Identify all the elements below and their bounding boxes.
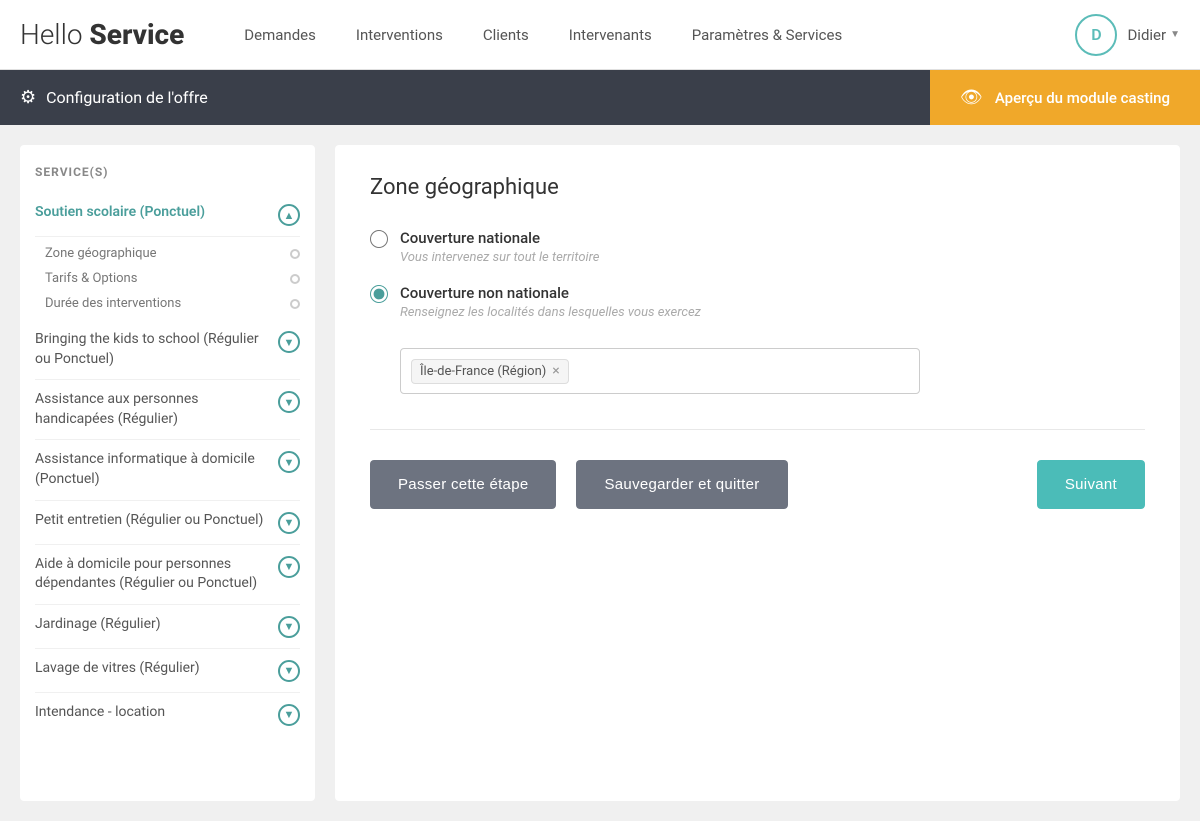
nav-item-clients[interactable]: Clients — [483, 26, 529, 44]
sub-item-duree-label: Durée des interventions — [45, 296, 181, 311]
service-label-petit-entretien: Petit entretien (Régulier ou Ponctuel) — [35, 511, 270, 531]
tag-input-container[interactable]: Île-de-France (Région) × — [400, 348, 920, 394]
logo-normal: Hello — [20, 18, 89, 51]
main-content: Zone géographique Couverture nationale V… — [335, 145, 1180, 801]
logo-bold: Service — [89, 18, 184, 51]
service-item-intendance[interactable]: Intendance - location ▼ — [35, 693, 300, 736]
nav-item-demandes[interactable]: Demandes — [244, 26, 316, 44]
radio-nationale-hint: Vous intervenez sur tout le territoire — [400, 250, 599, 265]
service-label-informatique: Assistance informatique à domicile (Ponc… — [35, 450, 270, 489]
service-icon-bringing: ▼ — [278, 331, 300, 353]
eye-icon: 👁 — [960, 87, 983, 108]
sub-item-tarifs-dot — [290, 274, 300, 284]
skip-button[interactable]: Passer cette étape — [370, 460, 556, 509]
service-label-assistance: Assistance aux personnes handicapées (Ré… — [35, 390, 270, 429]
user-menu-chevron: ▼ — [1170, 29, 1180, 40]
sidebar-section-title: SERVICE(S) — [35, 165, 300, 179]
nav-item-parametres[interactable]: Paramètres & Services — [692, 26, 842, 44]
radio-nationale[interactable] — [370, 230, 388, 248]
save-button[interactable]: Sauvegarder et quitter — [576, 460, 787, 509]
main-nav: Demandes Interventions Clients Intervena… — [244, 26, 1075, 44]
tag-ile-de-france: Île-de-France (Région) × — [411, 359, 569, 384]
divider — [370, 429, 1145, 430]
service-item-jardinage[interactable]: Jardinage (Régulier) ▼ — [35, 605, 300, 649]
config-bar: ⚙ Configuration de l'offre 👁 Aperçu du m… — [0, 70, 1200, 125]
user-name-label: Didier — [1127, 26, 1166, 44]
sub-item-duree-dot — [290, 299, 300, 309]
radio-non-nationale-label[interactable]: Couverture non nationale — [400, 284, 569, 302]
next-button[interactable]: Suivant — [1037, 460, 1145, 509]
service-icon-petit-entretien: ▼ — [278, 512, 300, 534]
radio-option-non-nationale: Couverture non nationale Renseignez les … — [370, 283, 1145, 320]
user-area: D Didier ▼ — [1075, 14, 1180, 56]
sub-items-soutien: Zone géographique Tarifs & Options Durée… — [35, 237, 300, 320]
radio-group: Couverture nationale Vous intervenez sur… — [370, 228, 1145, 320]
service-label-intendance: Intendance - location — [35, 703, 270, 723]
config-bar-title: Configuration de l'offre — [46, 88, 208, 107]
service-icon-up: ▲ — [278, 204, 300, 226]
service-icon-informatique: ▼ — [278, 451, 300, 473]
nav-item-intervenants[interactable]: Intervenants — [569, 26, 652, 44]
config-bar-left: ⚙ Configuration de l'offre — [20, 87, 930, 108]
service-item-bringing[interactable]: Bringing the kids to school (Régulier ou… — [35, 320, 300, 380]
radio-option-nationale: Couverture nationale Vous intervenez sur… — [370, 228, 1145, 265]
service-icon-jardinage: ▼ — [278, 616, 300, 638]
header: Hello Service Demandes Interventions Cli… — [0, 0, 1200, 70]
sub-item-tarifs[interactable]: Tarifs & Options — [45, 266, 300, 291]
sub-item-zone[interactable]: Zone géographique — [45, 241, 300, 266]
tag-remove-button[interactable]: × — [552, 364, 559, 378]
sub-item-zone-label: Zone géographique — [45, 246, 157, 261]
service-icon-intendance: ▼ — [278, 704, 300, 726]
sub-item-duree[interactable]: Durée des interventions — [45, 291, 300, 316]
radio-nationale-text: Couverture nationale Vous intervenez sur… — [400, 228, 599, 265]
user-avatar: D — [1075, 14, 1117, 56]
action-buttons: Passer cette étape Sauvegarder et quitte… — [370, 460, 1145, 509]
service-label-jardinage: Jardinage (Régulier) — [35, 615, 270, 635]
service-label-bringing: Bringing the kids to school (Régulier ou… — [35, 330, 270, 369]
service-label-aide-domicile: Aide à domicile pour personnes dépendant… — [35, 555, 270, 594]
service-label-soutien: Soutien scolaire (Ponctuel) — [35, 203, 270, 223]
service-item-soutien[interactable]: Soutien scolaire (Ponctuel) ▲ — [35, 193, 300, 237]
logo: Hello Service — [20, 18, 184, 51]
section-title: Zone géographique — [370, 175, 1145, 200]
service-icon-assistance: ▼ — [278, 391, 300, 413]
radio-non-nationale[interactable] — [370, 285, 388, 303]
service-item-petit-entretien[interactable]: Petit entretien (Régulier ou Ponctuel) ▼ — [35, 501, 300, 545]
radio-non-nationale-hint: Renseignez les localités dans lesquelles… — [400, 305, 701, 320]
sidebar: SERVICE(S) Soutien scolaire (Ponctuel) ▲… — [20, 145, 315, 801]
radio-non-nationale-text: Couverture non nationale Renseignez les … — [400, 283, 701, 320]
preview-button[interactable]: 👁 Aperçu du module casting — [930, 70, 1200, 125]
service-icon-lavage: ▼ — [278, 660, 300, 682]
sub-item-zone-dot — [290, 249, 300, 259]
service-item-aide-domicile[interactable]: Aide à domicile pour personnes dépendant… — [35, 545, 300, 605]
service-item-lavage[interactable]: Lavage de vitres (Régulier) ▼ — [35, 649, 300, 693]
tag-label: Île-de-France (Région) — [420, 364, 546, 379]
nav-item-interventions[interactable]: Interventions — [356, 26, 443, 44]
service-item-assistance[interactable]: Assistance aux personnes handicapées (Ré… — [35, 380, 300, 440]
sub-item-tarifs-label: Tarifs & Options — [45, 271, 137, 286]
main-layout: SERVICE(S) Soutien scolaire (Ponctuel) ▲… — [0, 125, 1200, 821]
preview-label: Aperçu du module casting — [995, 89, 1170, 107]
gear-icon: ⚙ — [20, 87, 36, 108]
user-menu[interactable]: Didier ▼ — [1127, 26, 1180, 44]
service-label-lavage: Lavage de vitres (Régulier) — [35, 659, 270, 679]
service-icon-aide-domicile: ▼ — [278, 556, 300, 578]
radio-nationale-label[interactable]: Couverture nationale — [400, 229, 540, 247]
service-item-informatique[interactable]: Assistance informatique à domicile (Ponc… — [35, 440, 300, 500]
